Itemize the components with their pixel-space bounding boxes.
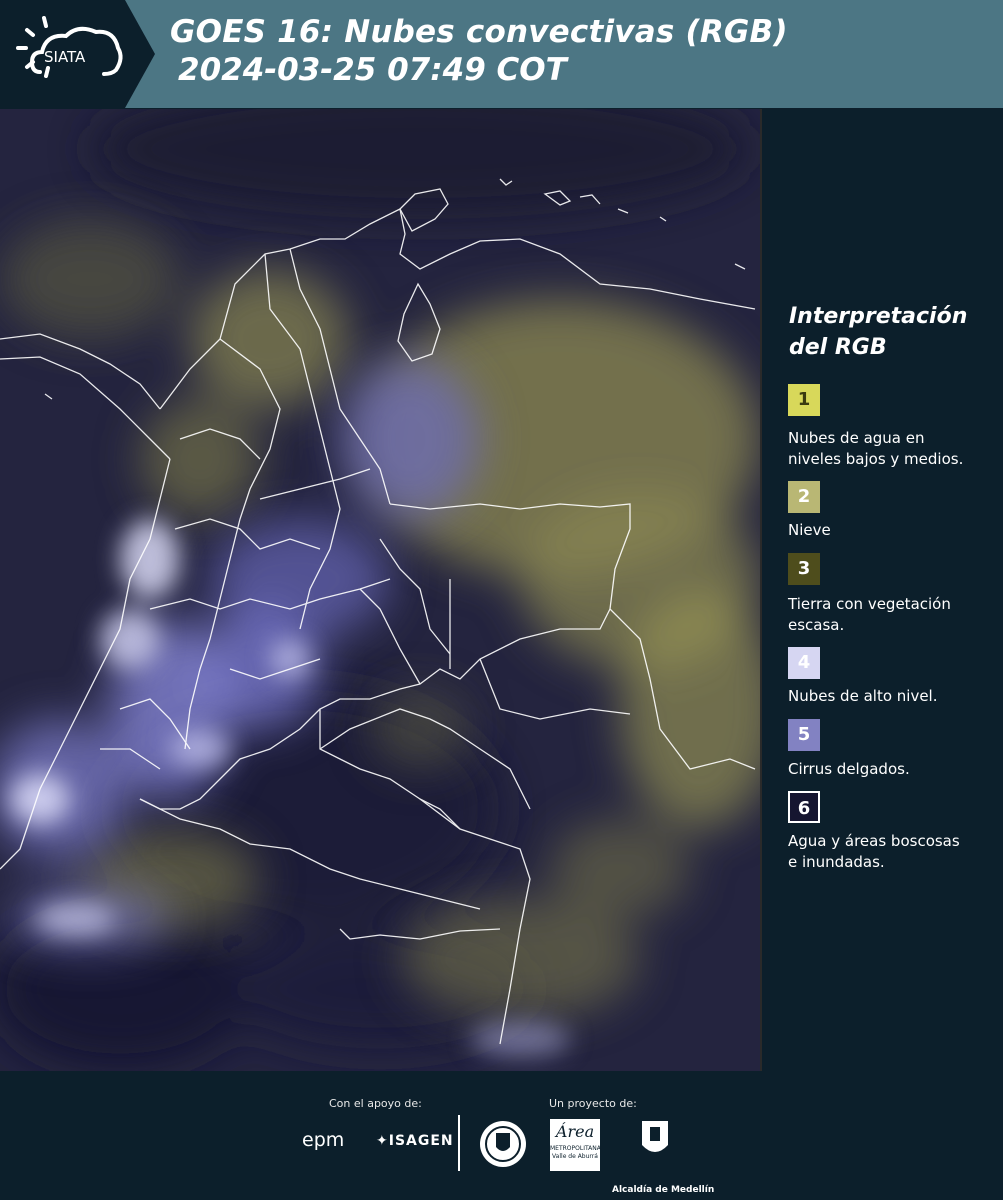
legend-swatch-5: 5 — [788, 719, 820, 751]
legend-swatch-4: 4 — [788, 647, 820, 679]
legend-label-4: Nubes de alto nivel. — [788, 687, 938, 705]
footer: Con el apoyo de: Un proyecto de: epm ✦IS… — [0, 1071, 1003, 1200]
legend-panel: Interpretación del RGB 1 Nubes de agua e… — [762, 109, 1003, 1071]
area-metropolitana-logo: Área METROPOLITANA Valle de Aburrá — [550, 1119, 601, 1171]
isagen-logo: ✦ISAGEN — [376, 1133, 454, 1149]
medellin-shield-icon — [642, 1121, 668, 1152]
support-label: Con el apoyo de: — [329, 1097, 422, 1110]
siata-logo: SIATA — [0, 0, 155, 108]
timestamp: 2024-03-25 07:49 COT — [178, 52, 567, 88]
project-label: Un proyecto de: — [549, 1097, 637, 1110]
legend-swatch-2: 2 — [788, 481, 820, 513]
legend-title: Interpretación del RGB — [789, 304, 968, 360]
satellite-map — [0, 109, 762, 1071]
page-title: GOES 16: Nubes convectivas (RGB) — [170, 14, 788, 50]
siata-seal-icon — [480, 1121, 526, 1167]
legend-label-2: Nieve — [788, 521, 831, 539]
footer-divider — [458, 1115, 460, 1171]
legend-swatch-3: 3 — [788, 553, 820, 585]
svg-text:SIATA: SIATA — [44, 48, 86, 66]
legend-label-6: Agua y áreas boscosas e inundadas. — [788, 832, 960, 871]
isagen-icon: ✦ — [376, 1133, 389, 1149]
legend-label-5: Cirrus delgados. — [788, 760, 910, 778]
header: SIATA GOES 16: Nubes convectivas (RGB) 2… — [0, 0, 1003, 108]
epm-logo: epm — [302, 1129, 345, 1151]
legend-label-1: Nubes de agua en niveles bajos y medios. — [788, 429, 964, 468]
legend-swatch-1: 1 — [788, 384, 820, 416]
medellin-label: Alcaldía de Medellín — [612, 1185, 715, 1195]
legend-swatch-6: 6 — [788, 791, 820, 823]
legend-label-3: Tierra con vegetación escasa. — [788, 595, 951, 634]
